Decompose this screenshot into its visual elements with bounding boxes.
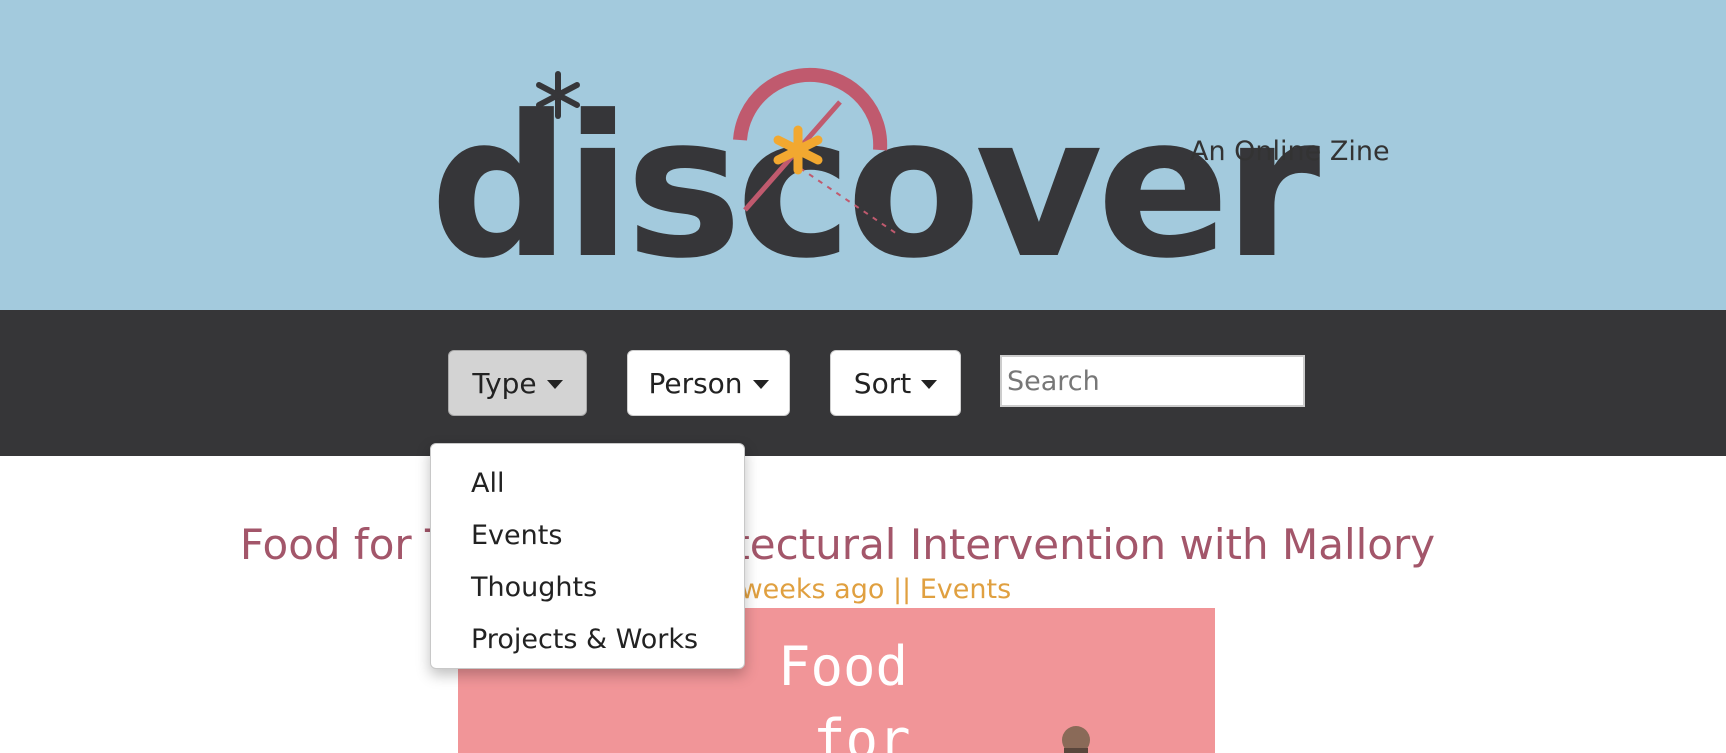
site-logo[interactable]: discover: [420, 60, 1320, 288]
type-dropdown-menu: All Events Thoughts Projects & Works: [430, 443, 745, 669]
caret-down-icon: [546, 380, 563, 389]
menu-item-projects-works[interactable]: Projects & Works: [431, 618, 744, 670]
type-dropdown-button[interactable]: Type: [448, 350, 587, 416]
caret-down-icon: [752, 380, 769, 389]
site-header: discover An Online Zine: [0, 0, 1726, 310]
logo-accent-icon: [536, 67, 901, 237]
filter-bar: Type Person Sort: [0, 310, 1726, 456]
menu-item-events[interactable]: Events: [431, 514, 744, 566]
post-image-text-line2: for: [813, 708, 911, 753]
menu-item-thoughts[interactable]: Thoughts: [431, 566, 744, 618]
sort-dropdown-label: Sort: [853, 366, 912, 400]
post-title[interactable]: Food for Thought: Architectural Interven…: [0, 520, 1675, 569]
type-dropdown-label: Type: [472, 366, 537, 400]
sort-dropdown-button[interactable]: Sort: [830, 350, 961, 416]
menu-item-all[interactable]: All: [431, 462, 744, 514]
site-tagline: An Online Zine: [1190, 136, 1390, 167]
caret-down-icon: [921, 380, 938, 389]
post-image-text-line1: Food: [778, 635, 908, 698]
post-meta: 2 weeks ago || Events: [714, 574, 1012, 605]
person-dropdown-label: Person: [648, 366, 743, 400]
person-dropdown-button[interactable]: Person: [627, 350, 790, 416]
search-input[interactable]: [1000, 355, 1305, 407]
